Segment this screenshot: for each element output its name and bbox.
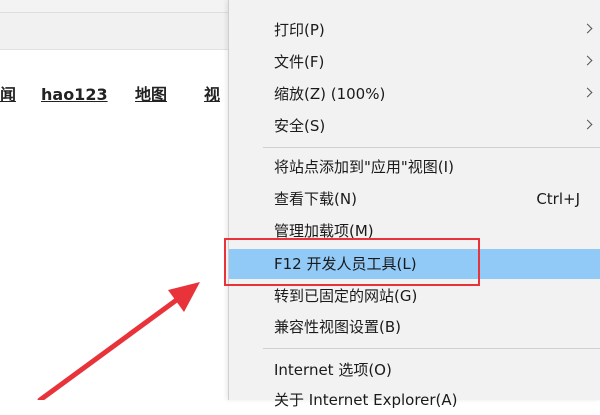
- menu-item-about-ie[interactable]: 关于 Internet Explorer(A): [229, 385, 600, 415]
- menu-item-label: 查看下载(N): [274, 190, 357, 208]
- menu-separator: [263, 147, 600, 148]
- chevron-right-icon: [582, 55, 593, 66]
- menu-item-label: 文件(F): [274, 53, 325, 71]
- menu-item-print[interactable]: 打印(P): [229, 15, 600, 45]
- nav-link-video[interactable]: 视: [204, 84, 220, 106]
- menu-item-label: 管理加载项(M): [274, 222, 374, 240]
- menu-item-view-downloads[interactable]: 查看下载(N) Ctrl+J: [229, 184, 600, 214]
- menu-item-label: 兼容性视图设置(B): [274, 318, 401, 336]
- tab-strip: [0, 0, 228, 13]
- menu-item-safety[interactable]: 安全(S): [229, 111, 600, 141]
- menu-item-label: 安全(S): [274, 117, 326, 135]
- nav-link-hao123[interactable]: hao123: [41, 84, 108, 106]
- nav-link-map[interactable]: 地图: [135, 84, 167, 106]
- page-nav-links: 闻 hao123 地图 视: [0, 84, 228, 106]
- menu-item-manage-addons[interactable]: 管理加载项(M): [229, 216, 600, 246]
- menu-item-label: 转到已固定的网站(G): [274, 287, 418, 305]
- menu-item-zoom[interactable]: 缩放(Z) (100%): [229, 79, 600, 109]
- menu-item-f12-developer-tools[interactable]: F12 开发人员工具(L): [229, 249, 600, 279]
- menu-separator: [263, 348, 600, 349]
- chevron-right-icon: [582, 119, 593, 130]
- chevron-right-icon: [582, 87, 593, 98]
- menu-item-label: 打印(P): [274, 21, 325, 39]
- menu-item-label: 将站点添加到"应用"视图(I): [274, 158, 454, 176]
- menu-item-file[interactable]: 文件(F): [229, 47, 600, 77]
- menu-item-pinned-sites[interactable]: 转到已固定的网站(G): [229, 281, 600, 311]
- menu-item-shortcut: Ctrl+J: [536, 190, 580, 208]
- address-bar[interactable]: [0, 13, 228, 50]
- nav-link-news[interactable]: 闻: [0, 84, 16, 106]
- menu-item-internet-options[interactable]: Internet 选项(O): [229, 355, 600, 385]
- menu-item-add-site-to-apps[interactable]: 将站点添加到"应用"视图(I): [229, 152, 600, 182]
- menu-item-label: F12 开发人员工具(L): [274, 255, 417, 273]
- tools-menu: 打印(P) 文件(F) 缩放(Z) (100%) 安全(S) 将站点添加到"应用…: [228, 0, 600, 409]
- menu-item-label: Internet 选项(O): [274, 361, 392, 379]
- menu-item-label: 关于 Internet Explorer(A): [274, 391, 458, 409]
- menu-item-compatibility-view[interactable]: 兼容性视图设置(B): [229, 312, 600, 342]
- chevron-right-icon: [582, 23, 593, 34]
- menu-item-label: 缩放(Z) (100%): [274, 85, 386, 103]
